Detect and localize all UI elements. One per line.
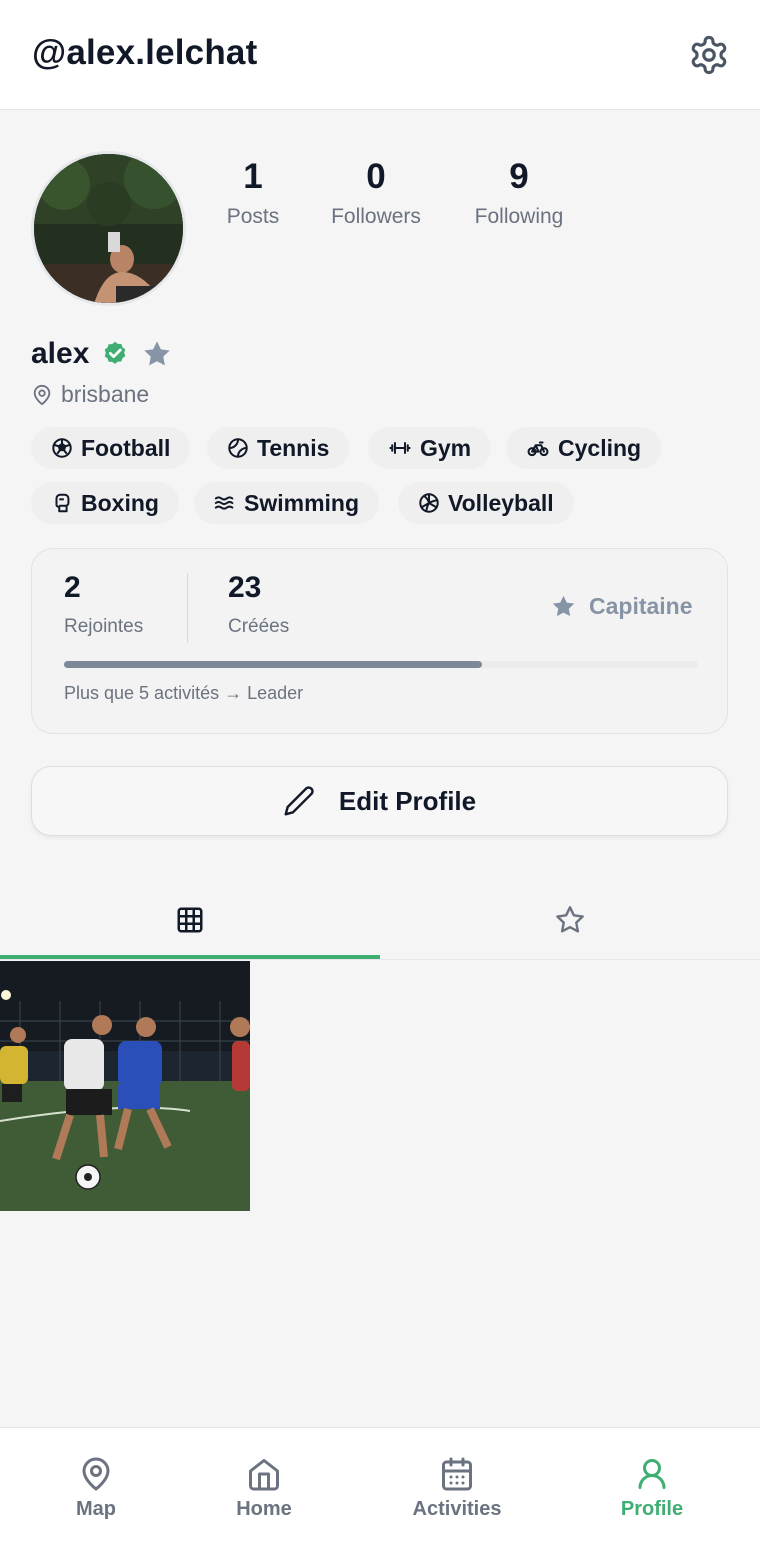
stat-label: Following <box>474 205 564 228</box>
sport-chip-volleyball[interactable]: Volleyball <box>398 482 574 524</box>
dumbbell-icon <box>389 441 411 455</box>
page-title: @alex.lelchat <box>32 33 258 72</box>
profile-name-row: alex <box>31 334 173 374</box>
chip-label: Swimming <box>244 489 360 516</box>
stat-value: 9 <box>509 157 529 196</box>
chip-label: Gym <box>420 434 472 461</box>
avatar[interactable] <box>31 151 186 306</box>
star-icon <box>552 595 575 617</box>
location-text: brisbane <box>61 381 150 407</box>
level-progress-bar <box>64 661 698 668</box>
progress-fill <box>64 661 483 668</box>
active-tab-indicator <box>0 955 380 959</box>
avatar-photo <box>34 154 183 303</box>
stat-followers[interactable]: 0 Followers <box>321 155 431 229</box>
nav-item-profile[interactable]: Profile <box>577 1456 727 1521</box>
chip-label: Cycling <box>558 434 642 461</box>
volleyball-icon <box>419 493 439 513</box>
nav-item-home[interactable]: Home <box>189 1456 339 1521</box>
pencil-icon <box>284 786 314 816</box>
sport-chip-tennis[interactable]: Tennis <box>207 427 350 469</box>
user-icon <box>638 1459 666 1489</box>
waves-icon <box>214 496 234 510</box>
sport-chip-swimming[interactable]: Swimming <box>194 482 380 524</box>
sport-chip-boxing[interactable]: Boxing <box>31 482 179 524</box>
boxing-glove-icon <box>55 493 70 513</box>
home-icon <box>249 1459 279 1491</box>
content-tabs <box>0 880 760 960</box>
nav-label: Activities <box>412 1498 502 1520</box>
nav-item-map[interactable]: Map <box>21 1456 171 1521</box>
bike-icon <box>527 441 549 457</box>
nav-label: Map <box>76 1498 116 1520</box>
rank-badge: Capitaine <box>550 593 693 620</box>
profile-name: alex <box>31 337 90 370</box>
tab-favorites[interactable] <box>380 880 760 960</box>
sport-chip-gym[interactable]: Gym <box>368 427 492 469</box>
rank-label: Capitaine <box>589 593 693 619</box>
football-icon <box>52 438 72 458</box>
edit-profile-label: Edit Profile <box>338 785 477 816</box>
map-pin-icon <box>82 1457 110 1491</box>
sport-chip-cycling[interactable]: Cycling <box>506 427 662 469</box>
post-thumbnail[interactable] <box>0 961 250 1211</box>
bottom-nav: Map Home Activities Profile <box>0 1427 760 1553</box>
profile-location: brisbane <box>31 381 149 408</box>
post-image <box>0 961 250 1211</box>
nav-label: Home <box>236 1498 292 1520</box>
verified-badge-icon <box>105 341 126 364</box>
created-label: Créées <box>228 616 290 637</box>
top-header: @alex.lelchat <box>0 0 760 110</box>
stat-value: 1 <box>243 157 263 196</box>
stat-following[interactable]: 9 Following <box>462 155 576 229</box>
chip-label: Football <box>81 434 171 461</box>
stat-divider <box>187 573 188 643</box>
joined-label: Rejointes <box>64 616 144 637</box>
edit-profile-button[interactable]: Edit Profile <box>31 766 728 836</box>
tennis-icon <box>228 438 248 458</box>
sport-chip-football[interactable]: Football <box>31 427 191 469</box>
stat-label: Posts <box>226 205 280 228</box>
activity-level-card: 2 Rejointes 23 Créées Capitaine Plus que… <box>31 548 728 734</box>
grid-icon <box>177 907 203 933</box>
nav-label: Profile <box>620 1498 684 1520</box>
star-icon <box>556 906 584 933</box>
chip-label: Boxing <box>81 489 159 516</box>
stat-posts[interactable]: 1 Posts <box>218 155 288 229</box>
star-icon <box>144 341 171 366</box>
created-count: 23 <box>228 571 262 604</box>
joined-count: 2 <box>64 571 81 604</box>
chip-label: Tennis <box>257 434 330 461</box>
map-pin-icon <box>33 384 51 405</box>
settings-button[interactable] <box>688 34 730 76</box>
nav-item-activities[interactable]: Activities <box>382 1456 532 1521</box>
calendar-icon <box>442 1457 472 1491</box>
stat-value: 0 <box>366 157 386 196</box>
gear-icon <box>691 35 727 75</box>
progress-hint: Plus que 5 activités → Leader <box>64 683 304 703</box>
tab-grid[interactable] <box>0 880 380 960</box>
chip-label: Volleyball <box>448 489 554 516</box>
stat-label: Followers <box>331 205 421 228</box>
